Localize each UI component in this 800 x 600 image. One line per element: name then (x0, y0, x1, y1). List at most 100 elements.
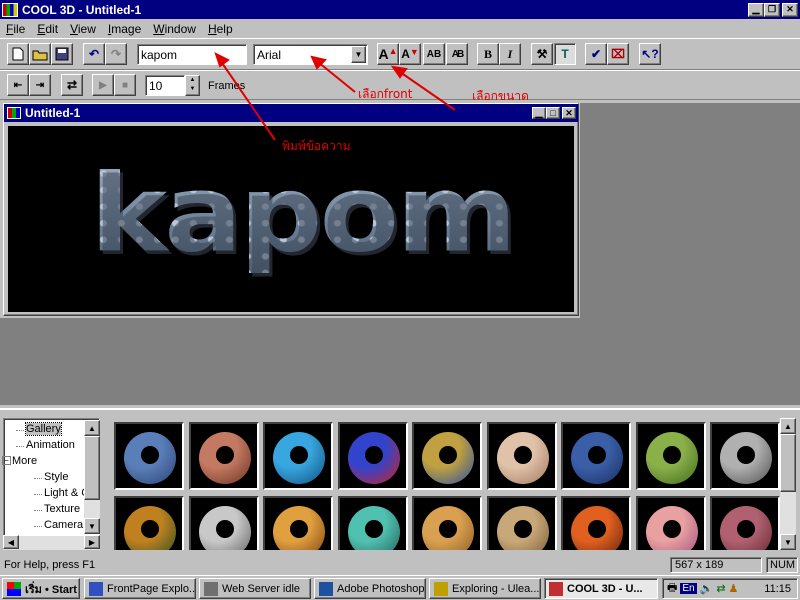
taskbar-button-label: Adobe Photoshop (337, 582, 425, 595)
annotation-arrows (214, 52, 456, 141)
arrow-to-font-select (317, 61, 356, 93)
torus-preview-icon (496, 432, 549, 484)
gallery-thumb-sand-texture[interactable] (486, 496, 557, 550)
scroll-down-icon[interactable]: ▼ (84, 518, 100, 534)
scroll-right-icon[interactable]: ▶ (84, 535, 100, 549)
tree-item-gallery[interactable]: Gallery (25, 422, 62, 436)
rendered-3d-text: kapom (8, 152, 574, 277)
tree-item-texture[interactable]: Texture (44, 503, 80, 515)
torus-preview-icon (347, 432, 400, 484)
system-tray: 🖶 En 🔈 ⇄ ♟ 11:15 (662, 578, 798, 599)
tree-item-camera[interactable]: Camera (44, 519, 83, 531)
gallery-thumb-pastel-texture[interactable] (635, 496, 706, 550)
start-button[interactable]: เริ่ม • Start (2, 578, 80, 599)
torus-preview-icon (422, 432, 474, 484)
gallery-thumb-blue-bubbles-texture[interactable] (114, 422, 184, 490)
tree-connector (34, 510, 42, 511)
torus-preview-icon (720, 432, 772, 484)
gallery-thumb-aqua-texture[interactable] (263, 422, 333, 490)
gallery-thumb-fire-texture[interactable] (561, 496, 631, 550)
tree-connector (16, 430, 24, 431)
tree-hscrollbar[interactable]: ◀ ▶ (3, 535, 100, 550)
torus-preview-icon (571, 432, 623, 484)
torus-preview-icon (571, 506, 623, 550)
scroll-thumb[interactable] (84, 436, 100, 500)
tree-item-style[interactable]: Style (44, 471, 68, 483)
status-dimensions-panel: 567 x 189 (670, 557, 762, 573)
torus-preview-icon (273, 506, 325, 550)
torus-preview-icon (720, 506, 772, 550)
annotation-type-text: พิมพ์ข้อความ (282, 139, 351, 153)
gallery-thumb-grey-marble-texture[interactable] (710, 422, 780, 490)
torus-preview-icon (645, 432, 698, 484)
gallery-thumb-speckled-stone-texture[interactable] (486, 422, 557, 490)
tree-scrollbar[interactable]: ▲ ▼ (84, 420, 100, 534)
status-num-panel: NUM (766, 557, 798, 573)
user-icon[interactable]: ♟ (729, 582, 739, 595)
status-num: NUM (770, 559, 796, 571)
status-help-text: For Help, press F1 (4, 559, 96, 571)
gallery-thumb-granite-red-texture[interactable] (710, 496, 780, 550)
taskbar-button-label: FrontPage Explo... (107, 582, 196, 595)
taskbar-button-0[interactable]: FrontPage Explo... (84, 578, 196, 599)
start-label: เริ่ม • Start (25, 583, 77, 596)
torus-preview-icon (198, 432, 251, 484)
taskbar-app-icon (319, 581, 333, 596)
taskbar-button-3[interactable]: Exploring - Ulea... (429, 578, 541, 599)
taskbar-app-icon (549, 581, 563, 596)
windows-logo-icon (7, 581, 21, 596)
gallery-thumb-denim-texture[interactable] (561, 422, 631, 490)
taskbar-button-label: Web Server idle (222, 582, 301, 595)
taskbar-button-1[interactable]: Web Server idle (199, 578, 311, 599)
clock[interactable]: 11:15 (764, 583, 791, 595)
tree-item-animation[interactable]: Animation (26, 439, 75, 451)
gallery-thumb-blue-red-texture[interactable] (337, 422, 408, 490)
printer-icon[interactable]: 🖶 (667, 579, 677, 598)
taskbar-app-icon (204, 581, 218, 596)
taskbar-app-icon (89, 581, 103, 596)
network-icon[interactable]: ⇄ (716, 582, 725, 595)
thumbnail-grid (108, 418, 780, 550)
speaker-icon[interactable]: 🔈 (700, 582, 714, 595)
gallery-thumb-tiger-texture[interactable] (114, 496, 184, 550)
gallery-thumb-green-moss-texture[interactable] (635, 422, 706, 490)
gallery-scroll-up-icon[interactable]: ▲ (780, 418, 796, 434)
gallery-thumb-turquoise-texture[interactable] (337, 496, 408, 550)
tree-item-light-c[interactable]: Light & C (44, 487, 89, 499)
gallery-thumb-wood-texture[interactable] (412, 496, 482, 550)
gallery-scrollbar[interactable]: ▲ ▼ (780, 418, 796, 550)
torus-preview-icon (422, 506, 474, 550)
torus-preview-icon (496, 506, 549, 550)
tree-connector (16, 446, 24, 447)
gallery-thumb-copper-texture[interactable] (188, 422, 259, 490)
scroll-up-icon[interactable]: ▲ (84, 420, 100, 436)
arrow-to-text-input (219, 59, 276, 141)
gallery-scroll-down-icon[interactable]: ▼ (780, 534, 796, 550)
status-dimensions: 567 x 189 (675, 559, 724, 571)
torus-preview-icon (347, 506, 400, 550)
taskbar-button-4[interactable]: COOL 3D - U... (544, 578, 658, 599)
annotation-choose-size: เลือกขนาด (472, 89, 529, 103)
torus-preview-icon (645, 506, 698, 550)
torus-preview-icon (198, 506, 251, 550)
gallery-thumb-gold-texture[interactable] (263, 496, 333, 550)
taskbar-button-label: Exploring - Ulea... (452, 582, 540, 595)
taskbar-button-2[interactable]: Adobe Photoshop (314, 578, 426, 599)
taskbar: เริ่ม • Start FrontPage Explo... Web Serv… (0, 575, 800, 600)
annotation-choose-font: เลือกfront (358, 87, 413, 101)
tree-connector (34, 494, 42, 495)
torus-preview-icon (124, 432, 176, 484)
gallery-thumb-chrome-texture[interactable] (188, 496, 259, 550)
taskbar-app-icon (434, 581, 448, 596)
language-indicator[interactable]: En (680, 583, 697, 594)
tree-collapse-icon[interactable]: − (2, 456, 11, 465)
gallery-scroll-thumb[interactable] (780, 434, 796, 492)
tree-connector (34, 478, 42, 479)
tree-item-more[interactable]: More (12, 455, 37, 467)
gallery-thumb-mosaic-texture[interactable] (412, 422, 482, 490)
scroll-left-icon[interactable]: ◀ (3, 535, 19, 549)
taskbar-button-label: COOL 3D - U... (567, 582, 643, 595)
workspace-background-lower (0, 318, 580, 405)
torus-preview-icon (273, 432, 325, 484)
status-bar: For Help, press F1 567 x 189 NUM (0, 556, 800, 574)
